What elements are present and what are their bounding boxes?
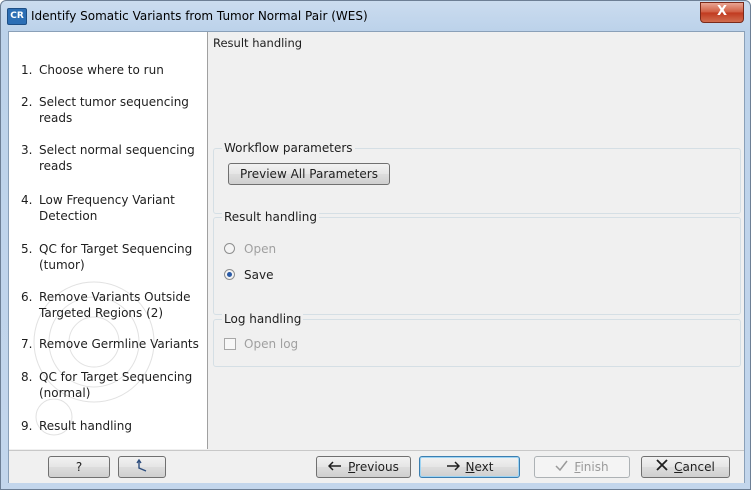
next-button[interactable]: Next [419,456,520,478]
step-number: 1. [21,63,33,77]
reset-button[interactable] [118,456,166,478]
reset-arrow-icon [136,458,147,472]
step-number: 4. [21,193,33,207]
step-label: Select tumor sequencing reads [39,95,189,125]
step-number: 9. [21,419,33,433]
step-number: 8. [21,370,33,384]
step-label: Remove Germline Variants [39,337,199,351]
button-bar: ? Previous Next Finish Cancel [9,450,744,483]
step-number: 2. [21,95,33,109]
step-list: 1. Choose where to run 2. Select tumor s… [9,32,208,449]
app-icon: CR [7,8,27,25]
radio-label: Save [244,268,274,282]
previous-label: revious [355,460,399,474]
group-title: Result handling [222,210,319,224]
wizard-window: CR Identify Somatic Variants from Tumor … [0,0,751,490]
next-mnemonic: N [465,460,475,474]
help-button[interactable]: ? [48,456,110,478]
step-number: 5. [21,242,33,256]
checkbox-icon [224,338,236,350]
radio-button-icon [224,243,235,254]
radio-label: Open [244,242,277,256]
step-label: QC for Target Sequencing (tumor) [39,242,193,272]
arrow-right-icon [446,461,460,471]
step-label: Select normal sequencing reads [39,143,195,173]
step-label: QC for Target Sequencing (normal) [39,370,193,400]
title-bar: CR Identify Somatic Variants from Tumor … [1,1,750,31]
checkbox-label: Open log [244,337,299,351]
step-number: 7. [21,337,33,351]
finish-label: inish [580,460,609,474]
checkmark-icon [555,460,568,471]
next-label: ext [474,460,494,474]
workflow-parameters-group: Workflow parameters Preview All Paramete… [213,141,741,214]
step-label: Remove Variants Outside Targeted Regions… [39,290,191,320]
step-label: Result handling [39,419,132,433]
help-icon: ? [75,460,83,474]
previous-button[interactable]: Previous [316,456,411,478]
dialog-body: 1. Choose where to run 2. Select tumor s… [8,31,745,483]
x-icon [656,459,668,471]
group-title: Log handling [222,312,304,326]
result-handling-group: Result handling Open Save [213,210,741,315]
step-number: 3. [21,143,33,157]
group-title: Workflow parameters [222,141,355,155]
preview-all-parameters-button[interactable]: Preview All Parameters [228,163,390,185]
page-title: Result handling [213,36,303,50]
cancel-button[interactable]: Cancel [641,456,730,478]
step-number: 6. [21,290,33,304]
step-label: Low Frequency Variant Detection [39,193,175,223]
cancel-mnemonic: C [674,460,683,474]
log-handling-group: Log handling Open log [213,312,741,367]
radio-button-selected-icon [224,269,235,280]
main-panel: Result handling Workflow parameters Prev… [208,32,744,449]
close-button[interactable]: X [700,2,744,23]
step-label: Choose where to run [39,63,164,77]
window-title: Identify Somatic Variants from Tumor Nor… [31,9,368,23]
cancel-label: ancel [682,460,715,474]
arrow-left-icon [328,461,342,471]
finish-button[interactable]: Finish [534,456,630,478]
